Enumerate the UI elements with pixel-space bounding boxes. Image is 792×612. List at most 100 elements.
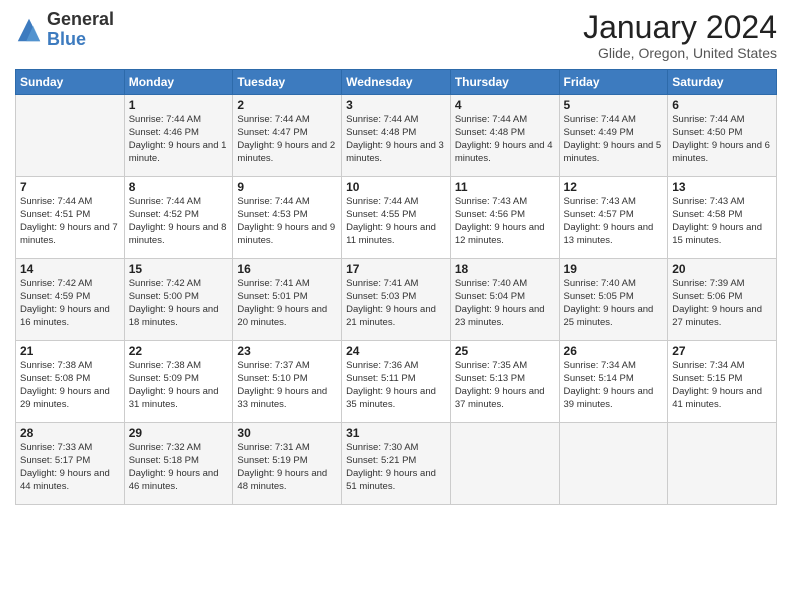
day-info: Sunrise: 7:34 AMSunset: 5:14 PMDaylight:… (564, 360, 654, 409)
calendar-cell: 26 Sunrise: 7:34 AMSunset: 5:14 PMDayligh… (559, 341, 668, 423)
calendar-cell: 21Sunrise: 7:38 AMSunset: 5:08 PMDayligh… (16, 341, 125, 423)
calendar-cell: 1Sunrise: 7:44 AMSunset: 4:46 PMDaylight… (124, 95, 233, 177)
day-info: Sunrise: 7:42 AMSunset: 4:59 PMDaylight:… (20, 278, 110, 327)
calendar-page: General Blue January 2024 Glide, Oregon,… (0, 0, 792, 612)
day-number: 4 (455, 98, 555, 112)
day-info: Sunrise: 7:42 AMSunset: 5:00 PMDaylight:… (129, 278, 219, 327)
day-info: Sunrise: 7:44 AMSunset: 4:48 PMDaylight:… (346, 114, 444, 163)
day-info: Sunrise: 7:41 AMSunset: 5:01 PMDaylight:… (237, 278, 327, 327)
day-info: Sunrise: 7:33 AMSunset: 5:17 PMDaylight:… (20, 442, 110, 491)
day-number: 11 (455, 180, 555, 194)
calendar-cell: 15 Sunrise: 7:42 AMSunset: 5:00 PMDayligh… (124, 259, 233, 341)
day-info: Sunrise: 7:38 AMSunset: 5:09 PMDaylight:… (129, 360, 219, 409)
day-number: 22 (129, 344, 229, 358)
day-number: 24 (346, 344, 446, 358)
day-number: 31 (346, 426, 446, 440)
day-number: 27 (672, 344, 772, 358)
day-info: Sunrise: 7:39 AMSunset: 5:06 PMDaylight:… (672, 278, 762, 327)
calendar-cell: 4 Sunrise: 7:44 AMSunset: 4:48 PMDaylight… (450, 95, 559, 177)
day-number: 5 (564, 98, 664, 112)
day-info: Sunrise: 7:44 AMSunset: 4:48 PMDaylight:… (455, 114, 553, 163)
day-number: 14 (20, 262, 120, 276)
day-number: 16 (237, 262, 337, 276)
calendar-cell: 22 Sunrise: 7:38 AMSunset: 5:09 PMDayligh… (124, 341, 233, 423)
calendar-cell (450, 423, 559, 505)
day-info: Sunrise: 7:43 AMSunset: 4:58 PMDaylight:… (672, 196, 762, 245)
day-info: Sunrise: 7:32 AMSunset: 5:18 PMDaylight:… (129, 442, 219, 491)
calendar-table: Sunday Monday Tuesday Wednesday Thursday… (15, 69, 777, 505)
day-number: 17 (346, 262, 446, 276)
day-number: 15 (129, 262, 229, 276)
calendar-cell: 6Sunrise: 7:44 AMSunset: 4:50 PMDaylight… (668, 95, 777, 177)
day-info: Sunrise: 7:40 AMSunset: 5:05 PMDaylight:… (564, 278, 654, 327)
day-number: 26 (564, 344, 664, 358)
col-saturday: Saturday (668, 70, 777, 95)
calendar-cell: 12Sunrise: 7:43 AMSunset: 4:57 PMDayligh… (559, 177, 668, 259)
calendar-cell: 10 Sunrise: 7:44 AMSunset: 4:55 PMDayligh… (342, 177, 451, 259)
day-info: Sunrise: 7:43 AMSunset: 4:57 PMDaylight:… (564, 196, 654, 245)
col-tuesday: Tuesday (233, 70, 342, 95)
calendar-week-5: 28 Sunrise: 7:33 AMSunset: 5:17 PMDayligh… (16, 423, 777, 505)
day-info: Sunrise: 7:44 AMSunset: 4:49 PMDaylight:… (564, 114, 662, 163)
day-number: 29 (129, 426, 229, 440)
day-info: Sunrise: 7:35 AMSunset: 5:13 PMDaylight:… (455, 360, 545, 409)
calendar-cell: 23 Sunrise: 7:37 AMSunset: 5:10 PMDayligh… (233, 341, 342, 423)
day-number: 28 (20, 426, 120, 440)
day-number: 8 (129, 180, 229, 194)
day-info: Sunrise: 7:41 AMSunset: 5:03 PMDaylight:… (346, 278, 436, 327)
calendar-week-3: 14 Sunrise: 7:42 AMSunset: 4:59 PMDayligh… (16, 259, 777, 341)
col-friday: Friday (559, 70, 668, 95)
calendar-cell: 20Sunrise: 7:39 AMSunset: 5:06 PMDayligh… (668, 259, 777, 341)
calendar-cell: 2Sunrise: 7:44 AMSunset: 4:47 PMDaylight… (233, 95, 342, 177)
day-number: 2 (237, 98, 337, 112)
logo-blue-text: Blue (47, 29, 86, 49)
calendar-cell: 8Sunrise: 7:44 AMSunset: 4:52 PMDaylight… (124, 177, 233, 259)
col-monday: Monday (124, 70, 233, 95)
day-number: 30 (237, 426, 337, 440)
day-info: Sunrise: 7:44 AMSunset: 4:51 PMDaylight:… (20, 196, 118, 245)
day-info: Sunrise: 7:44 AMSunset: 4:46 PMDaylight:… (129, 114, 227, 163)
day-info: Sunrise: 7:34 AMSunset: 5:15 PMDaylight:… (672, 360, 762, 409)
calendar-cell: 16 Sunrise: 7:41 AMSunset: 5:01 PMDayligh… (233, 259, 342, 341)
calendar-cell: 29 Sunrise: 7:32 AMSunset: 5:18 PMDayligh… (124, 423, 233, 505)
col-wednesday: Wednesday (342, 70, 451, 95)
day-number: 21 (20, 344, 120, 358)
day-number: 23 (237, 344, 337, 358)
logo: General Blue (15, 10, 114, 50)
logo-icon (15, 16, 43, 44)
calendar-cell (668, 423, 777, 505)
day-number: 3 (346, 98, 446, 112)
calendar-cell: 5 Sunrise: 7:44 AMSunset: 4:49 PMDaylight… (559, 95, 668, 177)
day-number: 7 (20, 180, 120, 194)
day-number: 18 (455, 262, 555, 276)
calendar-cell: 17 Sunrise: 7:41 AMSunset: 5:03 PMDayligh… (342, 259, 451, 341)
day-info: Sunrise: 7:44 AMSunset: 4:50 PMDaylight:… (672, 114, 770, 163)
day-number: 19 (564, 262, 664, 276)
col-thursday: Thursday (450, 70, 559, 95)
day-info: Sunrise: 7:36 AMSunset: 5:11 PMDaylight:… (346, 360, 436, 409)
day-number: 10 (346, 180, 446, 194)
location: Glide, Oregon, United States (583, 45, 777, 61)
header: General Blue January 2024 Glide, Oregon,… (15, 10, 777, 61)
day-info: Sunrise: 7:37 AMSunset: 5:10 PMDaylight:… (237, 360, 327, 409)
header-row: Sunday Monday Tuesday Wednesday Thursday… (16, 70, 777, 95)
calendar-cell: 7 Sunrise: 7:44 AMSunset: 4:51 PMDaylight… (16, 177, 125, 259)
day-number: 9 (237, 180, 337, 194)
calendar-cell: 18 Sunrise: 7:40 AMSunset: 5:04 PMDayligh… (450, 259, 559, 341)
title-block: January 2024 Glide, Oregon, United State… (583, 10, 777, 61)
calendar-cell: 14 Sunrise: 7:42 AMSunset: 4:59 PMDayligh… (16, 259, 125, 341)
day-info: Sunrise: 7:40 AMSunset: 5:04 PMDaylight:… (455, 278, 545, 327)
calendar-cell: 28 Sunrise: 7:33 AMSunset: 5:17 PMDayligh… (16, 423, 125, 505)
day-info: Sunrise: 7:30 AMSunset: 5:21 PMDaylight:… (346, 442, 436, 491)
calendar-cell: 24 Sunrise: 7:36 AMSunset: 5:11 PMDayligh… (342, 341, 451, 423)
calendar-cell: 11Sunrise: 7:43 AMSunset: 4:56 PMDayligh… (450, 177, 559, 259)
month-title: January 2024 (583, 10, 777, 45)
calendar-cell (16, 95, 125, 177)
calendar-cell: 3 Sunrise: 7:44 AMSunset: 4:48 PMDaylight… (342, 95, 451, 177)
calendar-cell (559, 423, 668, 505)
col-sunday: Sunday (16, 70, 125, 95)
day-info: Sunrise: 7:44 AMSunset: 4:55 PMDaylight:… (346, 196, 436, 245)
day-number: 25 (455, 344, 555, 358)
calendar-cell: 19 Sunrise: 7:40 AMSunset: 5:05 PMDayligh… (559, 259, 668, 341)
logo-general-text: General (47, 9, 114, 29)
